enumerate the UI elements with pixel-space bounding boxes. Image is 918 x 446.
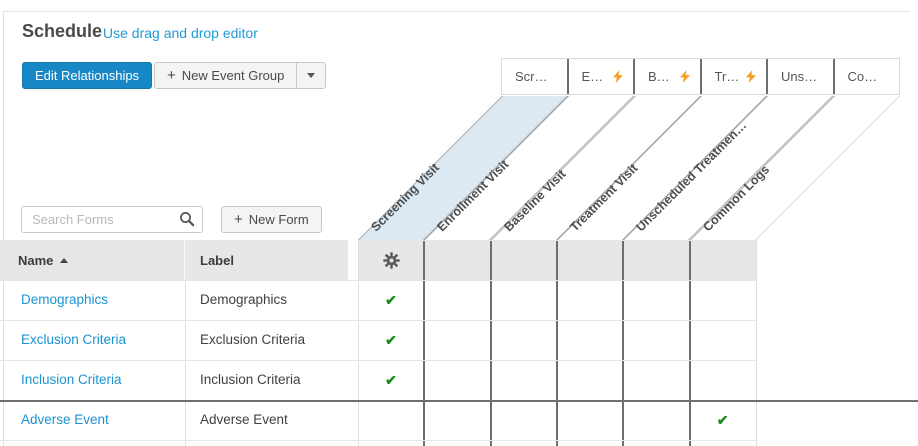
plus-icon: + [234,211,243,228]
form-label-text: Adverse Event [200,400,288,440]
edit-relationships-label: Edit Relationships [35,68,139,83]
visit-tab-3[interactable]: Tr… [702,59,769,94]
plus-icon: + [167,67,176,84]
search-input[interactable] [21,206,203,233]
edit-relationships-button[interactable]: Edit Relationships [22,62,152,89]
form-name-link[interactable]: Inclusion Criteria [21,360,122,400]
form-name-link[interactable]: Adverse Event [21,400,109,440]
label-header-label: Label [200,253,234,268]
forms-table-header: Name Label [0,240,348,280]
lightning-icon [746,70,756,83]
visit-tab-5[interactable]: Co… [835,59,900,94]
grid-vline [490,241,492,446]
chevron-down-icon [307,73,315,78]
form-label-text: Exclusion Criteria [200,320,305,360]
visit-tab-text: B… [648,69,670,84]
visit-tab-text: E… [582,69,604,84]
sort-asc-icon [60,258,68,263]
new-event-group-split-button: + New Event Group [154,62,326,89]
panel-top-border [3,11,910,12]
lightning-icon [680,70,690,83]
schedule-check-cell[interactable]: ✔ [358,360,424,400]
gear-icon [383,252,400,269]
new-form-button[interactable]: + New Form [221,206,322,233]
form-label-text: Demographics [200,280,287,320]
visit-tabs: Scr… E… B… Tr… Uns… Co… [501,58,900,95]
grid-vline [185,280,186,446]
column-header-name[interactable]: Name [0,240,185,280]
visit-tab-text: Tr… [715,69,740,84]
visit-tab-text: Co… [848,69,878,84]
drag-drop-editor-link[interactable]: Use drag and drop editor [103,25,258,41]
grid-vline [556,241,558,446]
check-icon: ✔ [385,292,397,309]
new-event-group-button[interactable]: + New Event Group [155,63,297,88]
form-name-link[interactable]: Exclusion Criteria [21,320,126,360]
visit-tab-0[interactable]: Scr… [502,59,569,94]
lightning-icon [613,70,623,83]
form-name-link[interactable]: Demographics [21,280,108,320]
schedule-check-cell[interactable]: ✔ [358,320,424,360]
column-header-label[interactable]: Label [185,240,348,280]
grid-hline [0,400,918,402]
search-forms-wrap [21,206,203,233]
grid-vline [756,240,757,446]
check-icon: ✔ [385,332,397,349]
visit-tab-text: Scr… [515,69,548,84]
grid-hline [0,440,756,441]
new-event-group-label: New Event Group [182,68,285,83]
panel-left-border [3,11,4,446]
column-settings-button[interactable] [358,240,424,280]
check-icon: ✔ [717,412,729,429]
schedule-check-cell[interactable]: ✔ [358,280,424,320]
new-event-group-caret-button[interactable] [297,63,325,88]
grid-vline [622,241,624,446]
name-header-label: Name [18,253,53,268]
page-title: Schedule [22,21,102,42]
form-label-text: Inclusion Criteria [200,360,301,400]
schedule-check-cell[interactable]: ✔ [690,400,756,440]
schedule-page: Schedule Use drag and drop editor Edit R… [0,0,918,446]
check-icon: ✔ [385,372,397,389]
visit-tab-4[interactable]: Uns… [768,59,835,94]
visit-tab-text: Uns… [781,69,817,84]
visit-tab-2[interactable]: B… [635,59,702,94]
new-form-label: New Form [249,212,309,227]
search-icon [179,211,195,227]
visit-tab-1[interactable]: E… [569,59,636,94]
